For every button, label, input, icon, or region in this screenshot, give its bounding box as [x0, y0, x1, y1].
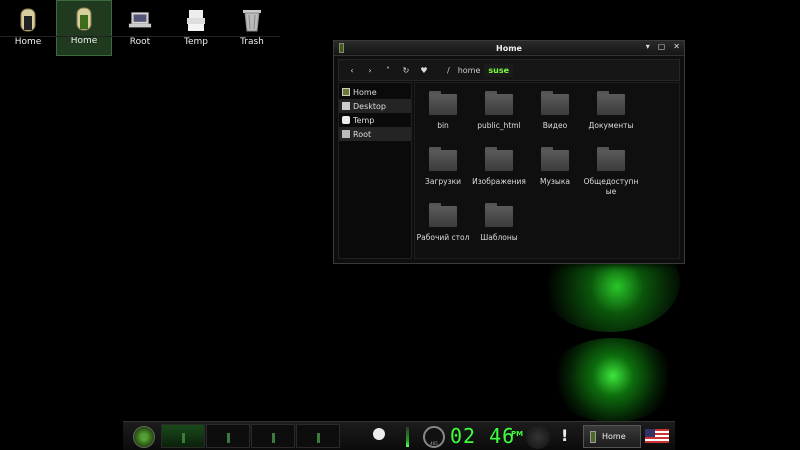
back-button[interactable]: ‹	[343, 66, 361, 75]
sidebar-item-root[interactable]: Root	[339, 127, 411, 141]
trash-icon	[240, 7, 264, 33]
file-item[interactable]: Общедоступные	[583, 147, 639, 197]
paper-stack-icon	[184, 7, 208, 33]
file-item[interactable]: Музыка	[527, 147, 583, 187]
root-icon	[342, 130, 350, 138]
desktop-icon-temp[interactable]: Temp	[168, 0, 224, 56]
bookmark-button[interactable]: ♥	[415, 66, 433, 75]
file-item[interactable]: Загрузки	[415, 147, 471, 187]
file-item[interactable]: Документы	[583, 91, 639, 131]
desktop-icon-root[interactable]: Root	[112, 0, 168, 56]
file-label: Рабочий стол	[416, 233, 470, 242]
desktop-icon-home-selected[interactable]: Home	[56, 0, 112, 56]
home-icon	[342, 88, 350, 96]
breadcrumb-home[interactable]: home	[458, 66, 481, 75]
breadcrumb-separator: /	[447, 65, 450, 75]
desktop: Home Home Root Temp Trash Home ▾ ▢ ✕ ‹ ›…	[0, 0, 800, 450]
folder-icon	[485, 203, 513, 227]
file-label: Шаблоны	[480, 233, 518, 242]
file-label: Загрузки	[425, 177, 461, 186]
desktop-icon-trash[interactable]: Trash	[224, 0, 280, 56]
temp-icon	[342, 116, 350, 124]
workspace-3[interactable]	[251, 424, 295, 448]
file-grid: bin public_html Видео Документы Загрузки…	[414, 82, 680, 259]
file-item[interactable]: bin	[415, 91, 471, 131]
desktop-icon-label: Home	[70, 36, 98, 46]
file-label: Документы	[588, 121, 634, 130]
reload-button[interactable]: ↻	[397, 66, 415, 75]
workspace-4[interactable]	[296, 424, 340, 448]
clock-ampm: PM	[511, 430, 524, 438]
lightbulb-icon[interactable]	[373, 428, 385, 440]
notification-icon[interactable]: !	[561, 426, 568, 445]
laptop-icon	[128, 7, 152, 33]
desktop-icon-label: Root	[129, 37, 151, 47]
file-item[interactable]: Рабочий стол	[415, 203, 471, 243]
places-sidebar: Home Desktop Temp Root	[338, 82, 412, 259]
breadcrumb-suse[interactable]: suse	[484, 63, 514, 77]
folder-icon	[485, 91, 513, 115]
folder-icon	[597, 147, 625, 171]
sidebar-item-home[interactable]: Home	[339, 85, 411, 99]
start-menu-button[interactable]	[133, 426, 155, 448]
folder-icon	[429, 91, 457, 115]
us-flag-keyboard-layout-icon[interactable]	[645, 429, 669, 443]
up-button[interactable]: ˄	[379, 66, 397, 75]
folder-icon	[429, 203, 457, 227]
desktop-icon-label: Temp	[184, 37, 208, 47]
minimize-button[interactable]: ▾	[646, 42, 650, 51]
workspace-1[interactable]	[161, 424, 205, 448]
sidebar-item-desktop[interactable]: Desktop	[339, 99, 411, 113]
file-item[interactable]: Изображения	[471, 147, 527, 187]
sidebar-item-temp[interactable]: Temp	[339, 113, 411, 127]
file-item[interactable]: public_html	[471, 91, 527, 131]
sidebar-item-label: Home	[353, 87, 377, 97]
folder-icon	[485, 147, 513, 171]
sidebar-item-label: Temp	[353, 115, 375, 125]
file-manager-window: Home ▾ ▢ ✕ ‹ › ˄ ↻ ♥ / home suse Home De…	[333, 40, 685, 264]
folder-icon	[429, 147, 457, 171]
forward-button[interactable]: ›	[361, 66, 379, 75]
door-icon	[72, 6, 96, 32]
sidebar-item-label: Desktop	[353, 101, 386, 111]
file-item[interactable]: Видео	[527, 91, 583, 131]
close-button[interactable]: ✕	[673, 42, 680, 51]
maximize-button[interactable]: ▢	[658, 42, 666, 51]
task-button-home[interactable]: Home	[583, 425, 641, 448]
desktop-icon-label: Trash	[240, 37, 264, 47]
desktop-icon-home[interactable]: Home	[0, 0, 56, 56]
clock-time[interactable]: 02 46	[450, 423, 515, 449]
taskbar: 465 02 46 PM ! Home	[123, 421, 675, 450]
window-titlebar[interactable]: Home ▾ ▢ ✕	[334, 41, 684, 56]
folder-icon	[597, 91, 625, 115]
file-label: Изображения	[472, 177, 526, 186]
task-label: Home	[602, 432, 626, 441]
folder-icon	[541, 91, 569, 115]
door-icon	[590, 430, 596, 443]
desktop-divider	[0, 36, 280, 37]
navigation-toolbar: ‹ › ˄ ↻ ♥ / home suse	[338, 59, 680, 81]
sidebar-item-label: Root	[353, 129, 372, 139]
file-item[interactable]: Шаблоны	[471, 203, 527, 243]
volume-knob-icon[interactable]	[526, 425, 550, 449]
workspace-2[interactable]	[206, 424, 250, 448]
file-label: bin	[437, 121, 449, 130]
speedometer-icon: 465	[423, 426, 445, 448]
file-label: Музыка	[540, 177, 570, 186]
file-label: public_html	[477, 121, 521, 130]
wallpaper-orb-reflection	[548, 338, 678, 422]
file-label: Общедоступные	[583, 177, 639, 196]
door-icon	[16, 7, 40, 33]
gauge-label: 465	[430, 441, 438, 446]
file-label: Видео	[542, 121, 568, 130]
desktop-icon-label: Home	[14, 37, 42, 47]
folder-icon	[541, 147, 569, 171]
thermometer-icon	[406, 427, 409, 447]
window-title: Home	[496, 43, 522, 53]
desktop-icon	[342, 102, 350, 110]
